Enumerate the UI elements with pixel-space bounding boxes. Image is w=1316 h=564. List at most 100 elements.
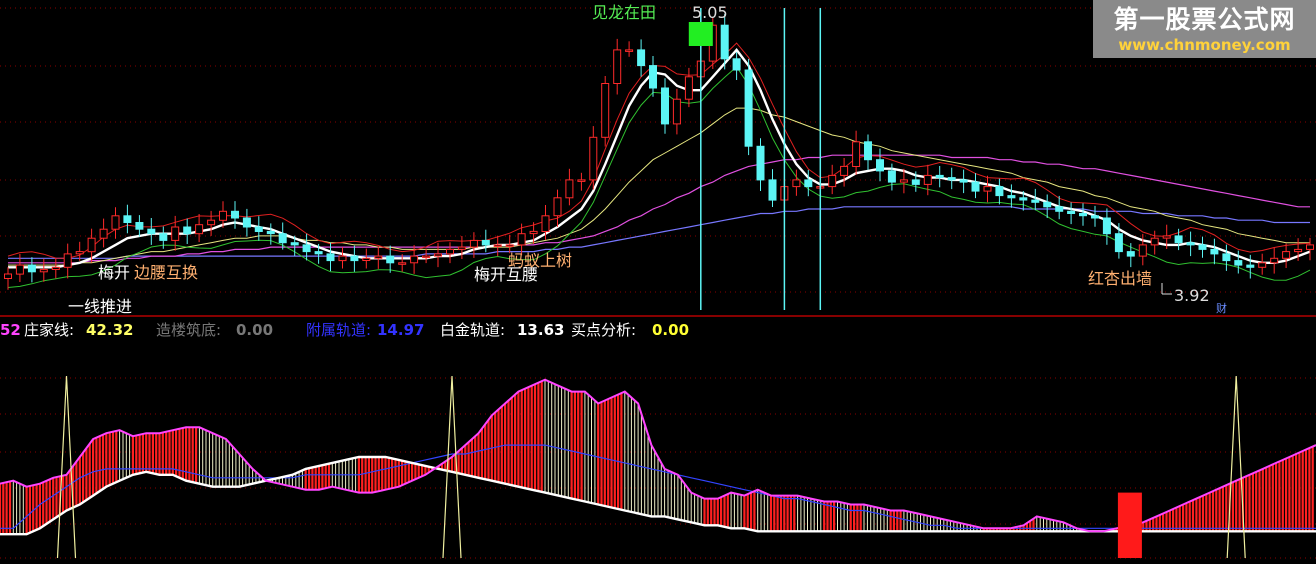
candle-body <box>744 69 753 147</box>
candle-body <box>27 264 36 273</box>
candle-body <box>971 181 980 192</box>
candle-body <box>362 257 371 261</box>
candle-body <box>792 179 801 188</box>
candle-body <box>661 87 669 125</box>
candle-body <box>1174 235 1183 244</box>
buy-signal-bar <box>1117 492 1142 558</box>
candle-body <box>481 239 490 246</box>
candle-body <box>207 219 216 226</box>
candle-body <box>111 215 120 230</box>
candle-body <box>1126 251 1135 257</box>
upper-moving-averages <box>7 42 1311 288</box>
candle-body <box>756 145 765 181</box>
candle-body <box>1294 248 1303 253</box>
signal-label: 红杏出墙 <box>1088 269 1152 288</box>
candle-body <box>649 65 657 89</box>
legend-item: 庄家线: <box>24 321 74 339</box>
ma-flat-line <box>8 206 1310 259</box>
candle-body <box>410 255 419 264</box>
ma-long-line <box>8 154 1310 264</box>
candle-body <box>1306 244 1314 250</box>
candle-body <box>828 174 837 188</box>
signal-label: 蚂蚁上树 <box>508 251 572 270</box>
candle-body <box>374 255 383 259</box>
candle-body <box>613 49 622 84</box>
candle-body <box>4 273 12 279</box>
ma-short-line <box>8 48 1311 269</box>
candle-body <box>1186 242 1195 246</box>
candle-body <box>51 266 60 270</box>
candle-body <box>314 251 323 255</box>
candle-body <box>15 264 24 275</box>
candle-body <box>541 215 550 233</box>
candle-body <box>87 237 96 253</box>
corner-label: 财 <box>1216 301 1227 315</box>
candle-body <box>1138 244 1147 257</box>
watermark-title: 第一股票公式网 <box>1113 5 1296 34</box>
candle-body <box>171 226 180 241</box>
candle-body <box>1150 237 1159 246</box>
candle-body <box>446 248 454 255</box>
candle-body <box>1270 257 1279 264</box>
candle-body <box>63 253 72 268</box>
candle-body <box>935 174 944 179</box>
candle-body <box>39 269 48 273</box>
candle-body <box>231 210 239 219</box>
candle-body <box>959 179 968 183</box>
candle-body <box>159 233 168 241</box>
candle-body <box>840 165 849 176</box>
candle-body <box>911 179 920 185</box>
legend-item: 42.32 <box>86 321 133 339</box>
candle-body <box>1067 210 1076 215</box>
legend-item: 13.63 <box>517 321 564 339</box>
candle-body <box>1043 201 1052 208</box>
candle-body <box>1210 248 1219 255</box>
candle-body <box>577 179 586 182</box>
candle-body <box>672 98 681 125</box>
candle-body <box>505 244 514 247</box>
candle-body <box>637 49 646 67</box>
candle-body <box>923 174 932 185</box>
candle-body <box>254 226 263 232</box>
legend-item: 14.97 <box>377 321 424 339</box>
peak-price-label: 5.05 <box>692 3 728 22</box>
candle-body <box>75 251 84 255</box>
candle-body <box>804 179 813 188</box>
candle-body <box>1102 217 1111 235</box>
legend-item: 52 <box>0 321 21 339</box>
candle-body <box>1282 251 1291 259</box>
candle-body <box>219 210 227 221</box>
candle-body <box>183 226 192 235</box>
candle-body <box>278 233 287 244</box>
legend-item: 白金轨道: <box>440 321 505 339</box>
candle-body <box>1114 233 1123 253</box>
candle-body <box>732 58 741 71</box>
signal-block <box>688 22 713 46</box>
candle-body <box>290 242 299 246</box>
candle-body <box>1019 197 1028 201</box>
candle-body <box>242 217 251 228</box>
candle-body <box>302 244 311 253</box>
candle-body <box>529 230 538 235</box>
candle-body <box>720 24 729 60</box>
candle-body <box>887 170 896 183</box>
candle-body <box>1258 262 1267 268</box>
candle-body <box>350 255 359 262</box>
signal-label: 见龙在田 <box>592 3 656 22</box>
low-price-label: 3.92 <box>1174 286 1210 305</box>
watermark-banner: 第一股票公式网 www.chnmoney.com <box>1093 0 1316 58</box>
candle-body <box>266 230 275 235</box>
candle-body <box>1246 264 1255 268</box>
candle-body <box>995 186 1004 197</box>
candle-body <box>852 141 861 168</box>
lower-histogram <box>0 379 1314 535</box>
candle-body <box>99 228 108 239</box>
candle-body <box>398 262 407 265</box>
candle-body <box>684 76 693 100</box>
candle-body <box>565 179 574 199</box>
candle-body <box>123 215 132 224</box>
indicator-legend: 52 庄家线: 42.32 造楼筑底: 0.00 附属轨道: 14.97 白金轨道: 13.63… <box>0 321 689 339</box>
candle-body <box>1162 235 1171 239</box>
candle-body <box>768 179 777 201</box>
candle-body <box>1055 206 1064 212</box>
